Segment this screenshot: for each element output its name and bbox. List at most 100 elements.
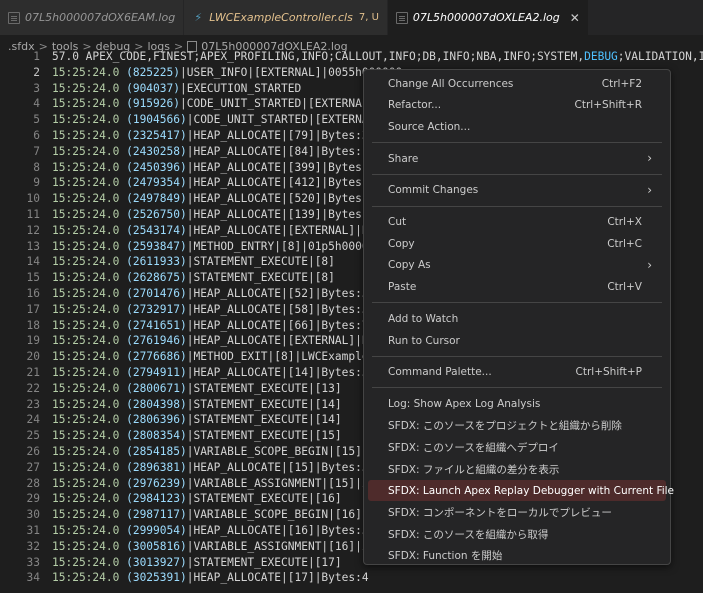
- nanoseconds: (915926): [126, 97, 180, 111]
- timestamp: 15:25:24.0: [52, 97, 127, 111]
- tab-label: 07L5h000007dOX6EAM.log: [25, 11, 176, 24]
- nanoseconds: (2794911): [126, 366, 187, 379]
- nanoseconds: (2479354): [126, 176, 187, 190]
- menu-item-label: Copy As: [388, 259, 431, 272]
- timestamp: 15:25:24.0: [52, 366, 127, 379]
- line-number: 27: [26, 460, 40, 474]
- log-text: |HEAP_ALLOCATE|[399]|Bytes:408: [186, 160, 389, 174]
- tab-2[interactable]: 07L5h000007dOXLEA2.log ✕: [387, 0, 589, 35]
- menu-item-source-action[interactable]: Source Action...: [368, 116, 666, 137]
- tab-0[interactable]: 07L5h000007dOX6EAM.log: [0, 0, 185, 35]
- menu-item-sfdx-preview-component[interactable]: SFDX: コンポーネントをローカルでプレビュー: [368, 502, 666, 523]
- log-text: |VARIABLE_SCOPE_BEGIN|[15]|i: [186, 445, 376, 458]
- menu-item-add-to-watch[interactable]: Add to Watch: [368, 308, 666, 329]
- log-text: |HEAP_ALLOCATE|[17]|Bytes:4: [186, 571, 369, 585]
- log-text: |HEAP_ALLOCATE|[58]|Bytes:5: [186, 302, 369, 316]
- menu-item-label: Source Action...: [388, 120, 471, 133]
- line-number: 28: [26, 476, 40, 490]
- nanoseconds: (2984123): [126, 492, 187, 506]
- line-number: 5: [33, 113, 40, 127]
- nanoseconds: (2593847): [126, 239, 187, 253]
- menu-item-label: Commit Changes: [388, 184, 479, 197]
- line-content: 15:25:24.0 (2611933)|STATEMENT_EXECUTE|[…: [52, 254, 335, 270]
- timestamp: 15:25:24.0: [52, 539, 127, 553]
- log-text: |STATEMENT_EXECUTE|[15]: [186, 429, 342, 443]
- line-content: 15:25:24.0 (2628675)|STATEMENT_EXECUTE|[…: [52, 270, 335, 286]
- tab-label: LWCExampleController.cls: [209, 11, 353, 24]
- menu-item-label: Cut: [388, 216, 407, 228]
- line-number: 2: [33, 65, 40, 79]
- line-number: 6: [33, 129, 40, 142]
- log-text: |STATEMENT_EXECUTE|[17]: [186, 555, 342, 569]
- menu-item-shortcut: Ctrl+Shift+R: [574, 99, 642, 112]
- menu-item-sfdx-delete-source[interactable]: SFDX: このソースをプロジェクトと組織から削除: [368, 415, 666, 436]
- log-level-debug: DEBUG: [584, 50, 618, 63]
- context-menu: Change All Occurrences Ctrl+F2 Refactor...…: [363, 69, 674, 566]
- nanoseconds: (904037): [126, 81, 180, 95]
- line-number: 19: [26, 334, 40, 348]
- menu-item-paste[interactable]: Paste Ctrl+V: [368, 277, 666, 298]
- log-text: |EXECUTION_STARTED: [179, 81, 302, 95]
- code-line: 34 15:25:24.0 (3025391)|HEAP_ALLOCATE|[17…: [0, 570, 703, 586]
- menu-item-sfdx-retrieve-source[interactable]: SFDX: このソースを組織から取得: [368, 524, 666, 545]
- nanoseconds: (2776686): [126, 350, 187, 364]
- timestamp: 15:25:24.0: [52, 571, 127, 585]
- menu-item-sfdx-diff-file[interactable]: SFDX: ファイルと組織の差分を表示: [368, 459, 666, 480]
- line-number: 22: [26, 381, 40, 395]
- log-text: |HEAP_ALLOCATE|[52]|Bytes:5: [186, 287, 369, 300]
- tab-1[interactable]: ⚡ LWCExampleController.cls 7, U: [184, 0, 388, 35]
- line-number: 1: [33, 50, 40, 63]
- log-text: |STATEMENT_EXECUTE|[13]: [186, 381, 342, 395]
- line-number: 20: [26, 350, 40, 364]
- timestamp: 15:25:24.0: [52, 81, 127, 95]
- menu-item-copy-as[interactable]: Copy As ›: [368, 255, 666, 276]
- menu-item-sfdx-start-function[interactable]: SFDX: Function を開始: [368, 545, 666, 566]
- log-text: |HEAP_ALLOCATE|[412]|Bytes:408: [186, 176, 389, 190]
- close-icon[interactable]: ✕: [570, 11, 580, 25]
- menu-item-sfdx-deploy-source[interactable]: SFDX: このソースを組織へデプロイ: [368, 437, 666, 458]
- menu-separator: [372, 173, 662, 175]
- log-text: |VARIABLE_ASSIGNMENT|[16]|i: [186, 539, 369, 553]
- line-number: 33: [26, 555, 40, 569]
- nanoseconds: (825225): [126, 65, 180, 79]
- log-text: |VARIABLE_SCOPE_BEGIN|[16]|i: [186, 508, 376, 522]
- timestamp: 15:25:24.0: [52, 350, 127, 364]
- timestamp: 15:25:24.0: [52, 460, 127, 474]
- menu-item-run-to-cursor[interactable]: Run to Cursor: [368, 330, 666, 351]
- log-file-icon: [395, 11, 408, 24]
- timestamp: 15:25:24.0: [52, 113, 127, 127]
- line-number: 26: [26, 445, 40, 458]
- menu-item-command-palette[interactable]: Command Palette... Ctrl+Shift+P: [368, 362, 666, 383]
- line-content: 15:25:24.0 (2741651)|HEAP_ALLOCATE|[66]|…: [52, 318, 369, 334]
- timestamp: 15:25:24.0: [52, 429, 127, 443]
- menu-item-show-apex-log-analysis[interactable]: Log: Show Apex Log Analysis: [368, 393, 666, 414]
- line-number: 7: [33, 144, 40, 158]
- menu-item-label: Command Palette...: [388, 366, 492, 379]
- apex-class-icon: ⚡: [194, 10, 203, 24]
- timestamp: 15:25:24.0: [52, 65, 127, 79]
- timestamp: 15:25:24.0: [52, 129, 127, 142]
- line-content: 15:25:24.0 (2808354)|STATEMENT_EXECUTE|[…: [52, 428, 342, 444]
- menu-item-refactor[interactable]: Refactor... Ctrl+Shift+R: [368, 95, 666, 116]
- menu-item-copy[interactable]: Copy Ctrl+C: [368, 233, 666, 254]
- timestamp: 15:25:24.0: [52, 318, 127, 332]
- line-content: 15:25:24.0 (3013927)|STATEMENT_EXECUTE|[…: [52, 555, 342, 571]
- menu-item-label: SFDX: ファイルと組織の差分を表示: [388, 463, 560, 476]
- log-text: |METHOD_ENTRY|[8]|01p5h000000: [186, 239, 383, 253]
- timestamp: 15:25:24.0: [52, 381, 127, 395]
- line-number: 17: [26, 302, 40, 316]
- menu-item-commit-changes[interactable]: Commit Changes ›: [368, 180, 666, 201]
- timestamp: 15:25:24.0: [52, 255, 127, 269]
- menu-item-share[interactable]: Share ›: [368, 148, 666, 169]
- menu-item-change-all-occurrences[interactable]: Change All Occurrences Ctrl+F2: [368, 73, 666, 94]
- line-number: 4: [33, 97, 40, 111]
- line-content: 15:25:24.0 (904037)|EXECUTION_STARTED: [52, 81, 301, 97]
- log-text: |HEAP_ALLOCATE|[14]|Bytes:5: [186, 366, 369, 379]
- line-number: 30: [26, 508, 40, 522]
- tab-label: 07L5h000007dOXLEA2.log: [412, 11, 560, 24]
- nanoseconds: (2804398): [126, 397, 187, 411]
- menu-item-sfdx-launch-replay-debugger[interactable]: SFDX: Launch Apex Replay Debugger with C…: [368, 480, 674, 502]
- line-number: 10: [26, 192, 40, 206]
- line-number: 8: [33, 160, 40, 174]
- menu-item-cut[interactable]: Cut Ctrl+X: [368, 212, 666, 233]
